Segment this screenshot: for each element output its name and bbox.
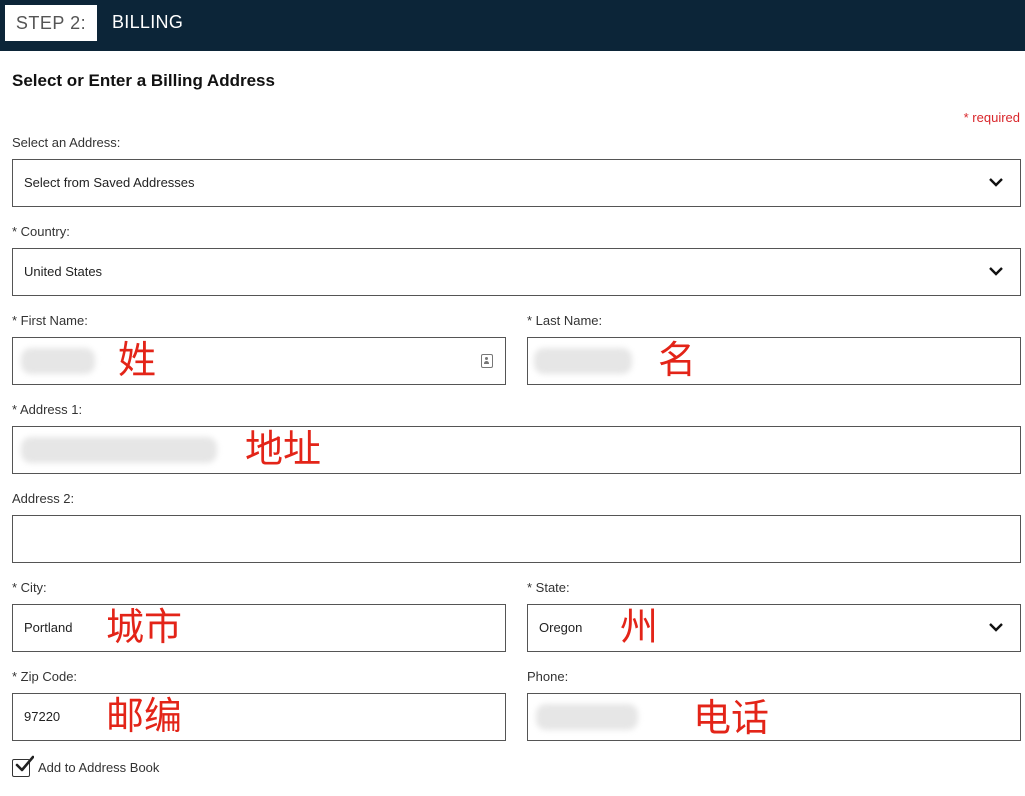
checkmark-icon — [15, 755, 34, 772]
required-note: * required — [963, 110, 1020, 125]
last-name-annotation: 名 — [658, 338, 697, 382]
phone-input[interactable] — [527, 693, 1021, 741]
address1-input[interactable] — [12, 426, 1021, 474]
city-input[interactable]: Portland — [12, 604, 506, 652]
chevron-down-icon — [989, 623, 1003, 632]
phone-label: Phone: — [527, 669, 569, 684]
last-name-label: * Last Name: — [527, 313, 603, 328]
country-select[interactable]: United States — [12, 248, 1021, 296]
step-number: STEP 2: — [5, 5, 97, 41]
city-value: Portland — [24, 620, 73, 635]
address1-label: * Address 1: — [12, 402, 83, 417]
zip-value: 97220 — [24, 709, 61, 724]
redacted-value — [534, 348, 632, 374]
step-title: BILLING — [112, 12, 184, 32]
state-label: * State: — [527, 580, 570, 595]
address1-annotation: 地址 — [245, 427, 322, 471]
city-annotation: 城市 — [106, 605, 183, 649]
zip-label: * Zip Code: — [12, 669, 78, 684]
redacted-value — [21, 348, 95, 374]
state-annotation: 州 — [620, 605, 659, 649]
saved-address-label: Select an Address: — [12, 135, 121, 150]
address2-label: Address 2: — [12, 491, 75, 506]
country-value: United States — [24, 264, 103, 279]
saved-address-value: Select from Saved Addresses — [24, 175, 195, 190]
redacted-value — [21, 437, 217, 463]
country-label: * Country: — [12, 224, 70, 239]
last-name-input[interactable] — [527, 337, 1021, 385]
first-name-input[interactable] — [12, 337, 506, 385]
add-to-address-book-label: Add to Address Book — [38, 760, 160, 775]
chevron-down-icon — [989, 267, 1003, 276]
state-value: Oregon — [539, 620, 583, 635]
first-name-annotation: 姓 — [118, 338, 157, 382]
step-header: STEP 2: BILLING — [0, 0, 1025, 51]
saved-address-select[interactable]: Select from Saved Addresses — [12, 159, 1021, 207]
contact-card-icon[interactable] — [481, 354, 493, 368]
section-title: Select or Enter a Billing Address — [12, 71, 275, 90]
address2-input[interactable] — [12, 515, 1021, 563]
state-select[interactable]: Oregon — [527, 604, 1021, 652]
first-name-label: * First Name: — [12, 313, 88, 328]
phone-annotation: 电话 — [693, 696, 770, 740]
city-label: * City: — [12, 580, 47, 595]
redacted-value — [536, 704, 638, 730]
chevron-down-icon — [989, 178, 1003, 187]
zip-input[interactable]: 97220 — [12, 693, 506, 741]
zip-annotation: 邮编 — [106, 694, 183, 738]
